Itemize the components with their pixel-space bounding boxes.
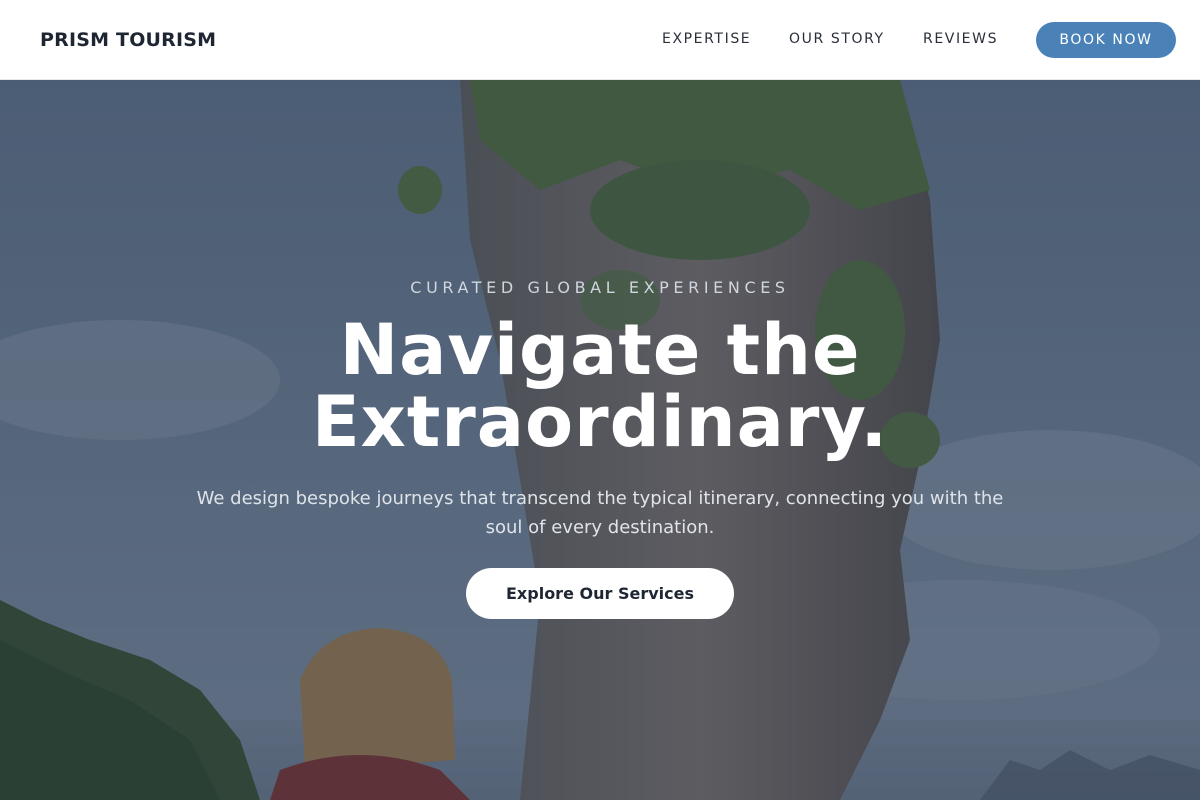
hero-headline-line-1: Navigate the: [339, 309, 861, 391]
hero-eyebrow: CURATED GLOBAL EXPERIENCES: [410, 278, 790, 297]
hero-headline: Navigate the Extraordinary.: [0, 314, 1200, 458]
nav-link-reviews[interactable]: REVIEWS: [923, 31, 998, 47]
book-now-button[interactable]: BOOK NOW: [1036, 22, 1176, 58]
hero-headline-line-2: Extraordinary.: [311, 381, 889, 463]
nav-link-expertise[interactable]: EXPERTISE: [662, 31, 751, 47]
hero-section: CURATED GLOBAL EXPERIENCES Navigate the …: [0, 80, 1200, 800]
top-navbar: PRISM TOURISM EXPERTISE OUR STORY REVIEW…: [0, 0, 1200, 80]
nav-link-our-story[interactable]: OUR STORY: [789, 31, 885, 47]
explore-services-button[interactable]: Explore Our Services: [466, 568, 734, 619]
main-nav: EXPERTISE OUR STORY REVIEWS: [0, 0, 1200, 80]
hero-subtext: We design bespoke journeys that transcen…: [196, 488, 1004, 538]
